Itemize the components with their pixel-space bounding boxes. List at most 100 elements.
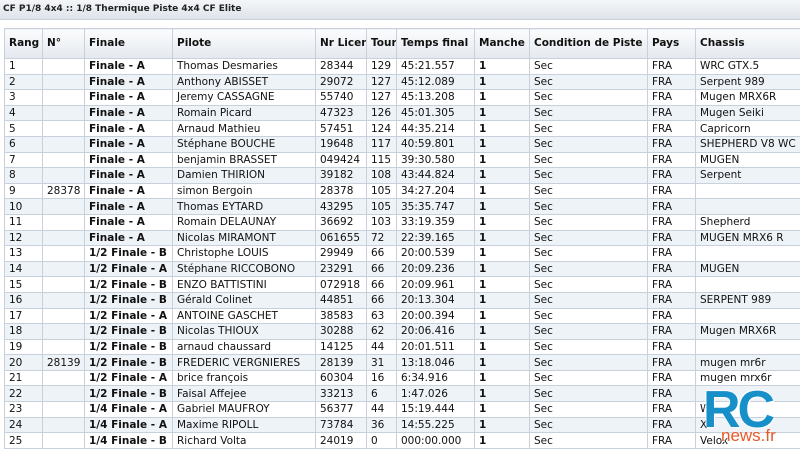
results-table: RangN°FinalePiloteNr LicenceTourTemps fi… xyxy=(4,28,800,449)
table-row[interactable]: 15 1/2 Finale - B ENZO BATTISTINI 072918 66 2… xyxy=(4,276,800,293)
col-finale-cell: Finale - A xyxy=(84,120,173,137)
col-chassis-header[interactable]: Chassis xyxy=(695,28,800,59)
col-chassis-cell: MUGEN xyxy=(695,151,800,169)
col-temps-final-cell: 000:00.000 xyxy=(396,432,475,449)
table-row[interactable]: 9 28378 Finale - Asimon Bergoin 28378 105 34:… xyxy=(4,182,800,200)
col-condition-cell: Sec xyxy=(529,354,648,371)
col-condition-cell: Sec xyxy=(529,416,648,434)
table-row[interactable]: 18 1/2 Finale - B Nicolas THIOUX 30288 62 20:… xyxy=(4,323,800,340)
col-tour-cell: 124 xyxy=(366,120,397,137)
col-pilote-cell: Jeremy CASSAGNE xyxy=(172,89,316,106)
table-row[interactable]: 3 Finale - A Jeremy CASSAGNE 55740 127 45:13.… xyxy=(4,89,800,106)
col-tour-cell: 0 xyxy=(366,432,397,449)
col-rang-cell: 24 xyxy=(4,416,43,434)
col-condition-cell: Sec xyxy=(529,260,648,278)
col-licence-cell: 60304 xyxy=(315,369,367,387)
col-finale-cell: Finale - A xyxy=(84,89,173,106)
col-rang-header[interactable]: Rang xyxy=(4,28,43,59)
col-pays-header[interactable]: Pays xyxy=(647,28,696,59)
col-temps-final-cell: 44:35.214 xyxy=(396,120,475,137)
col-tour-cell: 129 xyxy=(366,58,397,75)
col-chassis-cell: SHEPHERD V8 WC xyxy=(695,135,800,153)
col-numero-header[interactable]: N° xyxy=(42,28,85,59)
table-row[interactable]: 14 1/2 Finale - A Stéphane RICCOBONO 23291 6… xyxy=(4,260,800,278)
table-row[interactable]: 7 Finale - Abenjamin BRASSET 049424 115 39:3… xyxy=(4,151,800,169)
table-row[interactable]: 2 Finale - A Anthony ABISSET 29072 127 45:12.… xyxy=(4,73,800,91)
col-temps-final-cell: 43:44.824 xyxy=(396,167,475,184)
table-row[interactable]: 21 1/2 Finale - Abrice françois 60304 16 6:3… xyxy=(4,369,800,387)
col-temps-final-cell: 20:09.236 xyxy=(396,260,475,278)
col-tour-cell: 31 xyxy=(366,354,397,371)
col-licence-cell: 23291 xyxy=(315,260,367,278)
col-rang-cell: 2 xyxy=(4,73,43,91)
col-temps-final-cell: 20:00.394 xyxy=(396,307,475,325)
col-numero-cell xyxy=(42,432,85,449)
col-finale-cell: 1/2 Finale - A xyxy=(84,369,173,387)
col-chassis-cell: Mugen Seiki xyxy=(695,104,800,122)
col-rang-cell: 4 xyxy=(4,104,43,122)
col-manche-header[interactable]: Manche xyxy=(474,28,530,59)
col-rang-cell: 23 xyxy=(4,401,43,418)
table-row[interactable]: 13 1/2 Finale - B Christophe LOUIS 29949 66 2… xyxy=(4,245,800,262)
col-pays-cell: FRA xyxy=(647,151,696,169)
col-manche-cell: 1 xyxy=(474,307,530,325)
col-finale-cell: 1/2 Finale - B xyxy=(84,354,173,371)
table-row[interactable]: 5 Finale - A Arnaud Mathieu 57451 124 44:35.2… xyxy=(4,120,800,137)
table-row[interactable]: 6 Finale - A Stéphane BOUCHE 19648 117 40:59.… xyxy=(4,135,800,153)
col-numero-cell xyxy=(42,229,85,247)
table-row[interactable]: 4 Finale - A Romain Picard 47323 126 45:01.30… xyxy=(4,104,800,122)
col-condition-cell: Sec xyxy=(529,135,648,153)
col-finale-cell: Finale - A xyxy=(84,213,173,231)
table-row[interactable]: 20 28139 1/2 Finale - B FREDERIC VERGNIERES… xyxy=(4,354,800,371)
col-temps-final-cell: 20:01.511 xyxy=(396,338,475,356)
col-pays-cell: FRA xyxy=(647,432,696,449)
table-row[interactable]: 24 1/4 Finale - A Maxime RIPOLL 73784 36 14:5… xyxy=(4,416,800,434)
col-pilote-header[interactable]: Pilote xyxy=(172,28,316,59)
col-pilote-cell: Christophe LOUIS xyxy=(172,245,316,262)
col-finale-cell: 1/2 Finale - B xyxy=(84,291,173,309)
col-condition-cell: Sec xyxy=(529,182,648,200)
table-row[interactable]: 12 Finale - A Nicolas MIRAMONT 061655 72 22:3… xyxy=(4,229,800,247)
col-condition-header[interactable]: Condition de Piste xyxy=(529,28,648,59)
col-rang-cell: 13 xyxy=(4,245,43,262)
table-row[interactable]: 8 Finale - A Damien THIRION 39182 108 43:44.8… xyxy=(4,167,800,184)
table-row[interactable]: 23 1/4 Finale - A Gabriel MAUFROY 56377 44 15… xyxy=(4,401,800,418)
col-manche-cell: 1 xyxy=(474,416,530,434)
table-row[interactable]: 22 1/2 Finale - B Faisal Affejee 33213 6 1:47… xyxy=(4,385,800,403)
table-row[interactable]: 11 Finale - A Romain DELAUNAY 36692 103 33:19… xyxy=(4,213,800,231)
col-tour-cell: 44 xyxy=(366,401,397,418)
col-pays-cell: FRA xyxy=(647,198,696,215)
col-numero-cell xyxy=(42,89,85,106)
col-licence-cell: 47323 xyxy=(315,104,367,122)
col-tour-header[interactable]: Tour xyxy=(366,28,397,59)
col-pilote-cell: Thomas Desmaries xyxy=(172,58,316,75)
col-rang-cell: 10 xyxy=(4,198,43,215)
table-row[interactable]: 17 1/2 Finale - A ANTOINE GASCHET 38583 63 20… xyxy=(4,307,800,325)
col-licence-cell: 38583 xyxy=(315,307,367,325)
col-manche-cell: 1 xyxy=(474,276,530,293)
col-pilote-cell: ENZO BATTISTINI xyxy=(172,276,316,293)
table-row[interactable]: 25 1/4 Finale - B Richard Volta 24019 0 000:0… xyxy=(4,432,800,449)
table-row[interactable]: 16 1/2 Finale - B Gérald Colinet 44851 66 20:… xyxy=(4,291,800,309)
col-finale-header[interactable]: Finale xyxy=(84,28,173,59)
col-chassis-cell xyxy=(695,182,800,200)
col-licence-cell: 24019 xyxy=(315,432,367,449)
col-licence-header[interactable]: Nr Licence xyxy=(315,28,367,59)
col-chassis-cell xyxy=(695,245,800,262)
col-pays-cell: FRA xyxy=(647,120,696,137)
col-pilote-cell: FREDERIC VERGNIERES xyxy=(172,354,316,371)
col-licence-cell: 33213 xyxy=(315,385,367,403)
table-row[interactable]: 19 1/2 Finale - Barnaud chaussard 14125 44 2… xyxy=(4,338,800,356)
col-temps-final-header[interactable]: Temps final xyxy=(396,28,475,59)
col-condition-cell: Sec xyxy=(529,385,648,403)
col-finale-cell: Finale - A xyxy=(84,73,173,91)
table-row[interactable]: 10 Finale - A Thomas EYTARD 43295 105 35:35.7… xyxy=(4,198,800,215)
col-pilote-cell: Stéphane BOUCHE xyxy=(172,135,316,153)
col-condition-cell: Sec xyxy=(529,89,648,106)
table-row[interactable]: 1 Finale - A Thomas Desmaries 28344 129 45:21… xyxy=(4,58,800,75)
col-finale-cell: 1/2 Finale - A xyxy=(84,260,173,278)
col-tour-cell: 66 xyxy=(366,276,397,293)
col-pilote-cell: Arnaud Mathieu xyxy=(172,120,316,137)
col-temps-final-cell: 20:06.416 xyxy=(396,323,475,340)
col-rang-cell: 6 xyxy=(4,135,43,153)
